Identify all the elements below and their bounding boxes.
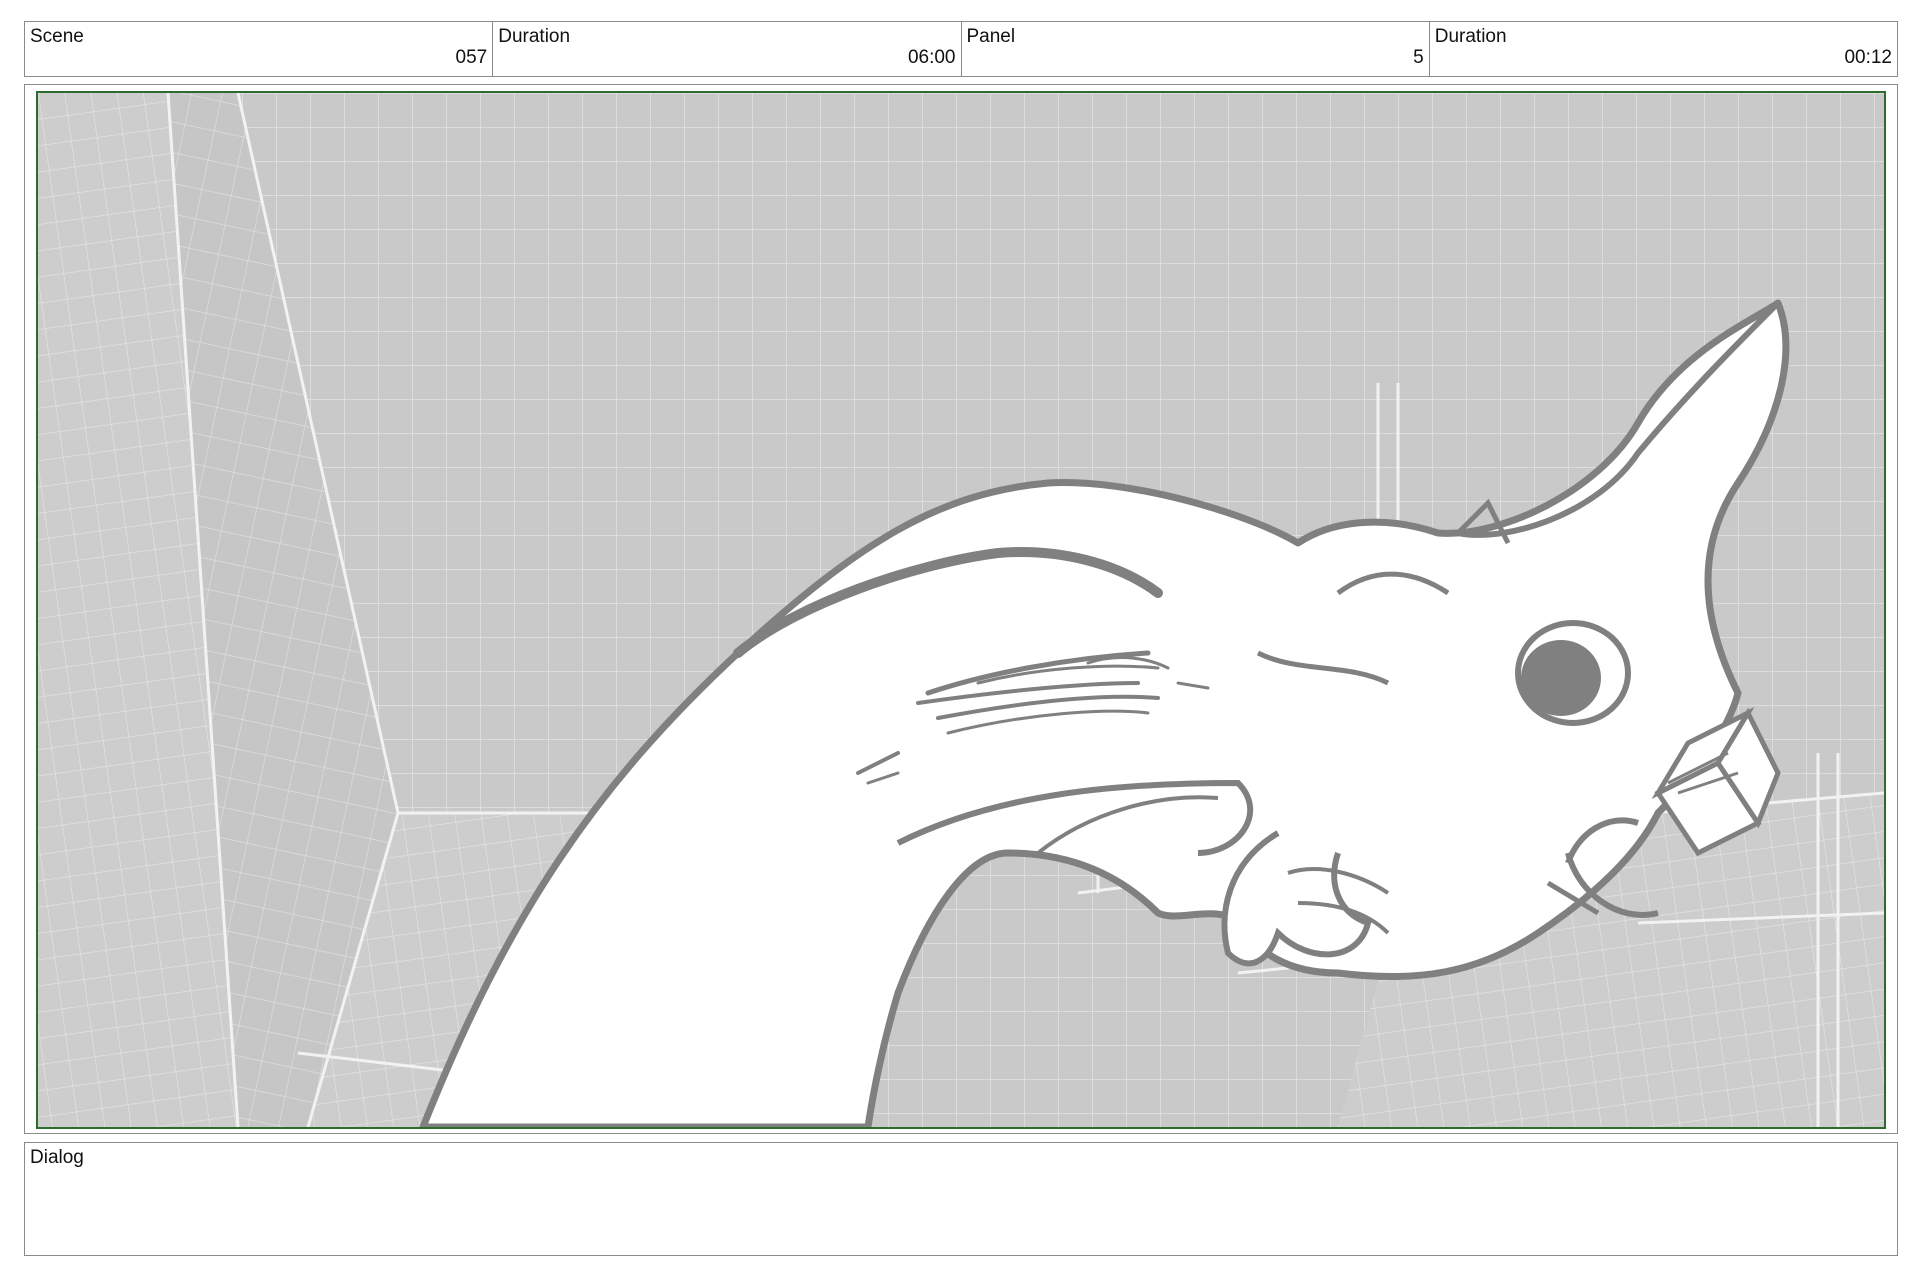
scene-field[interactable]: Scene 057 [25, 22, 494, 76]
storyboard-header: Scene 057 Duration 06:00 Panel 5 Duratio… [24, 21, 1898, 77]
character-eye-pupil [1521, 640, 1601, 716]
dialog-box[interactable]: Dialog [24, 1142, 1898, 1256]
dialog-label: Dialog [30, 1147, 84, 1168]
panel-value: 5 [1413, 47, 1424, 68]
scene-label: Scene [30, 26, 84, 47]
storyboard-drawing [38, 93, 1884, 1127]
scene-value: 057 [455, 47, 488, 68]
panel-duration-field[interactable]: Duration 00:12 [1430, 22, 1897, 76]
scene-duration-label: Duration [498, 26, 571, 47]
panel-field[interactable]: Panel 5 [962, 22, 1430, 76]
scene-duration-field[interactable]: Duration 06:00 [493, 22, 962, 76]
panel-label: Panel [966, 26, 1016, 47]
panel-duration-label: Duration [1434, 26, 1507, 47]
panel-drawing-area[interactable] [36, 91, 1886, 1129]
panel-duration-value: 00:12 [1844, 47, 1892, 68]
scene-duration-value: 06:00 [907, 47, 956, 68]
